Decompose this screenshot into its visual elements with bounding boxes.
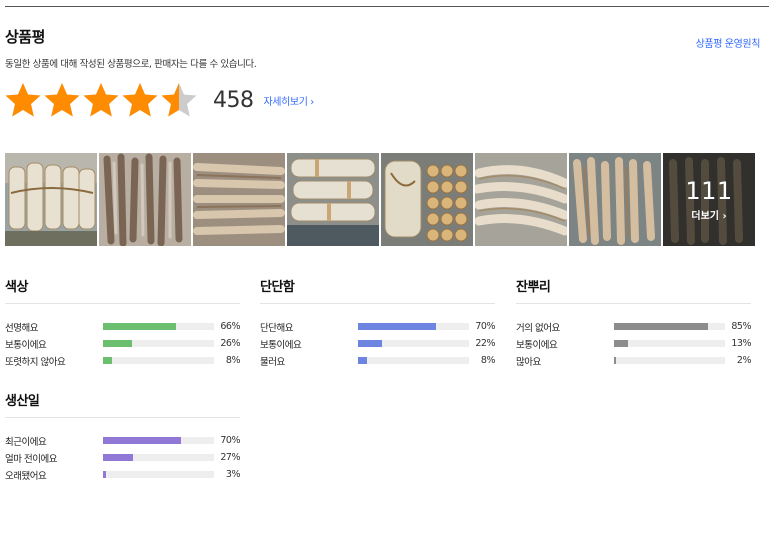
option-bar-track — [358, 357, 469, 364]
option-percent: 70% — [475, 321, 495, 332]
survey-option: 또렷하지 않아요 8% — [5, 352, 241, 369]
option-bar-fill — [103, 357, 112, 364]
option-bar-fill — [358, 340, 383, 347]
option-percent: 66% — [220, 321, 240, 332]
top-divider — [5, 6, 769, 7]
star-icon — [44, 83, 80, 117]
option-percent: 8% — [225, 355, 241, 366]
option-label: 거의 없어요 — [516, 322, 560, 334]
star-icon — [83, 83, 119, 117]
option-percent: 2% — [736, 355, 752, 366]
survey-option: 보통이에요 13% — [516, 335, 752, 352]
option-bar-fill — [103, 471, 107, 478]
option-label: 보통이에요 — [5, 339, 47, 351]
option-bar-track — [358, 340, 469, 347]
option-label: 최근이에요 — [5, 436, 47, 448]
review-details-link[interactable]: 자세히보기 › — [264, 93, 315, 108]
survey-option: 많아요 2% — [516, 352, 752, 369]
survey-option: 물러요 8% — [260, 352, 496, 369]
photo-thumbnail-6[interactable] — [475, 153, 567, 246]
option-bar-fill — [614, 323, 709, 330]
survey-firmness: 단단함 단단해요 70% 보통이에요 22% 물러요 8% — [260, 276, 496, 369]
photo-thumbnail-3[interactable] — [193, 153, 285, 246]
option-bar-track — [103, 340, 214, 347]
survey-color: 색상 선명해요 66% 보통이에요 26% 또렷하지 않아요 8% — [5, 276, 241, 369]
survey-title: 잔뿌리 — [516, 280, 551, 295]
section-title: 상품평 — [5, 28, 45, 46]
option-bar-fill — [358, 357, 367, 364]
survey-rootlets: 잔뿌리 거의 없어요 85% 보통이에요 13% 많아요 2% — [516, 276, 752, 369]
review-count: 458 — [213, 87, 254, 113]
survey-title: 생산일 — [5, 394, 40, 409]
option-bar-track — [614, 340, 725, 347]
photo-review-strip: 111 더보기 › — [5, 153, 755, 246]
rating-summary: 458 자세히보기 › — [4, 80, 314, 120]
option-percent: 22% — [475, 338, 495, 349]
survey-divider — [260, 303, 495, 304]
survey-option: 최근이에요 70% — [5, 432, 241, 449]
option-bar-track — [103, 471, 214, 478]
survey-divider — [5, 417, 240, 418]
option-bar-fill — [614, 340, 629, 347]
option-bar-fill — [358, 323, 436, 330]
option-bar-track — [103, 323, 214, 330]
photo-thumbnail-2[interactable] — [99, 153, 191, 246]
review-notice: 동일한 상품에 대해 작성된 상품평으로, 판매자는 다를 수 있습니다. — [5, 59, 257, 70]
option-percent: 70% — [220, 435, 240, 446]
photo-thumbnail-1[interactable] — [5, 153, 97, 246]
survey-option: 오래됐어요 3% — [5, 466, 241, 483]
option-percent: 27% — [220, 452, 240, 463]
option-percent: 85% — [731, 321, 751, 332]
option-bar-fill — [103, 323, 177, 330]
option-bar-fill — [103, 437, 181, 444]
survey-option: 선명해요 66% — [5, 318, 241, 335]
option-bar-track — [103, 437, 214, 444]
star-icon — [161, 83, 197, 117]
photo-more-overlay: 111 더보기 › — [663, 153, 755, 246]
photo-thumbnail-5[interactable] — [381, 153, 473, 246]
survey-option: 얼마 전이에요 27% — [5, 449, 241, 466]
survey-option: 보통이에요 22% — [260, 335, 496, 352]
photo-thumbnail-4[interactable] — [287, 153, 379, 246]
option-label: 많아요 — [516, 356, 541, 368]
star-icon — [5, 83, 41, 117]
option-label: 오래됐어요 — [5, 470, 47, 482]
option-bar-fill — [103, 340, 132, 347]
option-bar-track — [358, 323, 469, 330]
option-percent: 26% — [220, 338, 240, 349]
option-bar-track — [614, 323, 725, 330]
option-bar-track — [614, 357, 725, 364]
survey-divider — [5, 303, 240, 304]
option-label: 단단해요 — [260, 322, 293, 334]
photo-more-count: 111 — [685, 177, 733, 205]
photo-more-label: 더보기 › — [691, 211, 727, 222]
option-bar-track — [103, 454, 214, 461]
survey-option: 거의 없어요 85% — [516, 318, 752, 335]
option-percent: 3% — [225, 469, 241, 480]
option-label: 보통이에요 — [516, 339, 558, 351]
survey-production-date: 생산일 최근이에요 70% 얼마 전이에요 27% 오래됐어요 3% — [5, 390, 241, 483]
star-icon — [122, 83, 158, 117]
survey-title: 단단함 — [260, 280, 295, 295]
survey-option: 단단해요 70% — [260, 318, 496, 335]
photo-more-tile[interactable]: 111 더보기 › — [663, 153, 755, 246]
option-label: 또렷하지 않아요 — [5, 356, 66, 368]
survey-divider — [516, 303, 751, 304]
option-percent: 13% — [731, 338, 751, 349]
survey-option: 보통이에요 26% — [5, 335, 241, 352]
option-bar-fill — [103, 454, 133, 461]
survey-title: 색상 — [5, 280, 28, 295]
option-label: 얼마 전이에요 — [5, 453, 57, 465]
option-bar-fill — [614, 357, 617, 364]
option-percent: 8% — [480, 355, 496, 366]
option-label: 선명해요 — [5, 322, 38, 334]
review-policy-link[interactable]: 상품평 운영원칙 — [696, 35, 761, 50]
star-rating — [4, 81, 199, 119]
option-bar-track — [103, 357, 214, 364]
photo-thumbnail-7[interactable] — [569, 153, 661, 246]
option-label: 물러요 — [260, 356, 285, 368]
option-label: 보통이에요 — [260, 339, 302, 351]
